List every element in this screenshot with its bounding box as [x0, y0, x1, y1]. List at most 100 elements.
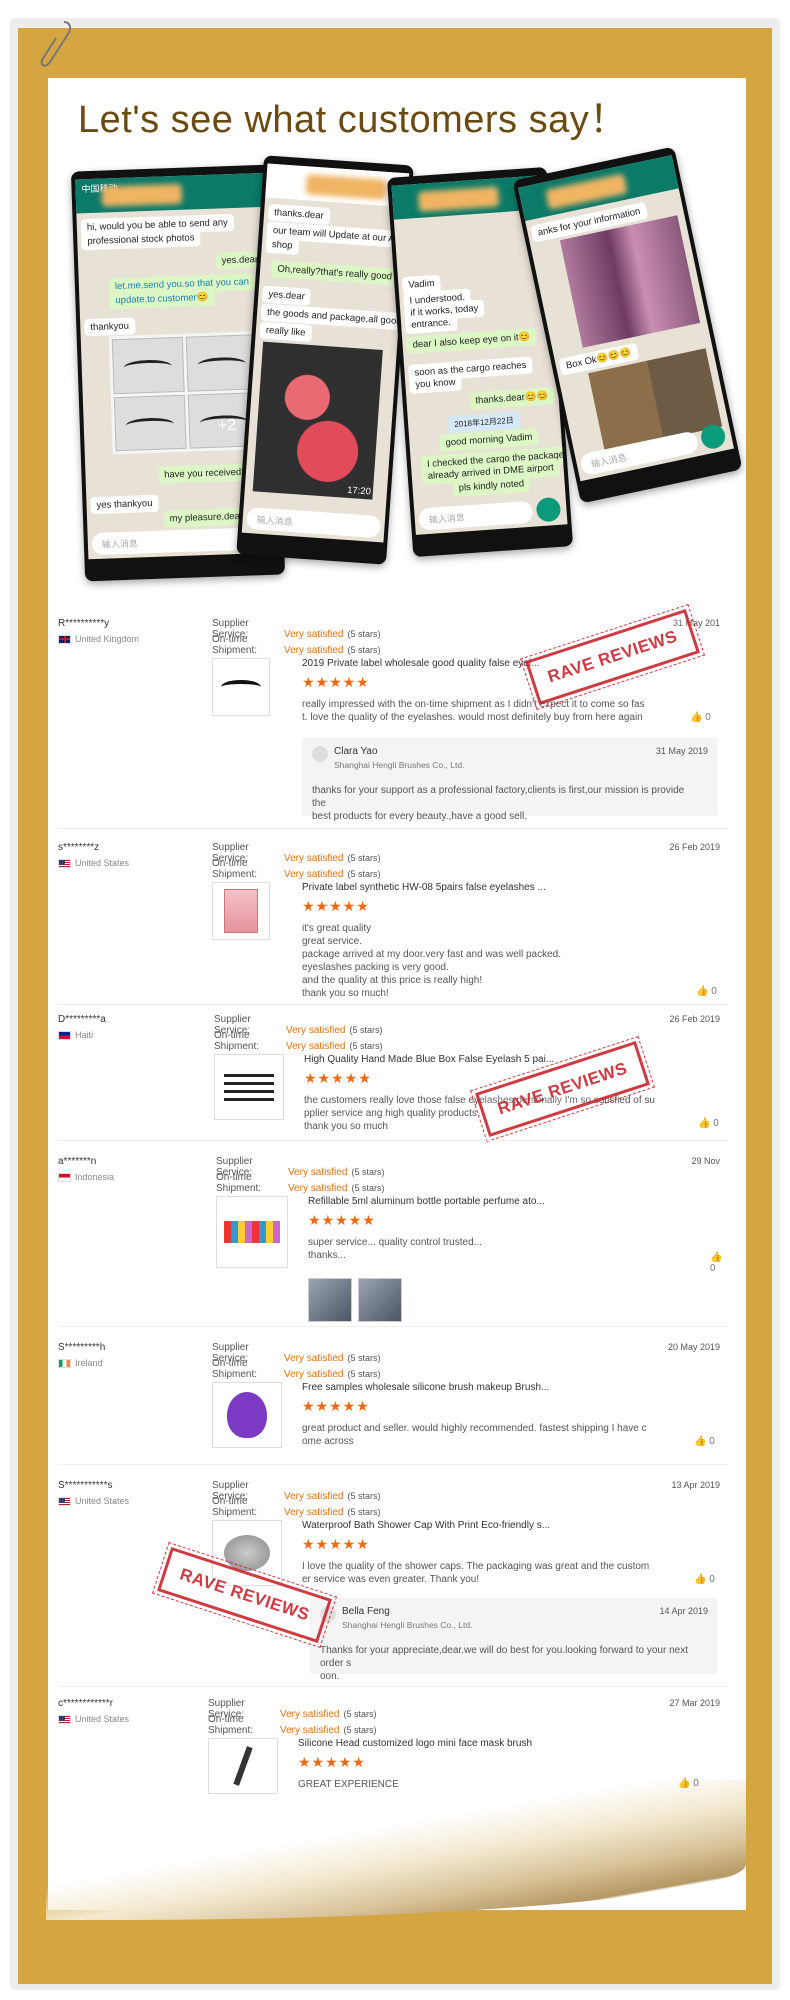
seller-name: Clara Yao	[334, 746, 378, 757]
rating-stars-text: (5 stars)	[347, 869, 381, 879]
perfume-photo	[559, 215, 701, 348]
reviewer-country: United States	[58, 1496, 129, 1506]
review-line: super service... quality control trusted…	[308, 1237, 482, 1248]
rating-value: Very satisfied	[284, 1507, 344, 1518]
rating-value: Very satisfied	[280, 1725, 340, 1736]
rating-stars-text: (5 stars)	[347, 1369, 381, 1379]
review-line: thank you so much!	[302, 988, 389, 999]
uk-flag-icon	[58, 634, 71, 644]
paperclip-icon	[40, 21, 72, 67]
review-date: 27 Mar 2019	[669, 1698, 720, 1708]
product-thumbnail[interactable]	[208, 1738, 278, 1794]
reply-line: best products for every beauty.,have a g…	[312, 811, 527, 822]
country-label: Indonesia	[75, 1172, 115, 1182]
review-date: 26 Feb 2019	[669, 1014, 720, 1024]
chat-message: thankyou	[84, 317, 136, 337]
ontime-shipment-rating: On-time Shipment: Very satisfied (5 stars)	[212, 1358, 381, 1380]
reviewer-country: Indonesia	[58, 1172, 114, 1182]
review-photo[interactable]	[358, 1278, 402, 1322]
review-divider	[58, 1004, 728, 1005]
chat-screenshot-2: thanks.dear our team will Update at our …	[236, 155, 414, 565]
product-title[interactable]: Refillable 5ml aluminum bottle portable …	[308, 1196, 545, 1207]
message-input: 输入消息	[91, 527, 247, 556]
country-label: United Kingdom	[75, 634, 140, 644]
review-stars: ★★★★★	[302, 1536, 370, 1552]
seller-company: Shanghai Hengli Brushes Co., Ltd.	[342, 1620, 473, 1630]
seller-name: Bella Feng	[342, 1606, 390, 1617]
mic-button-icon	[535, 496, 562, 523]
ontime-shipment-rating: On-time Shipment: Very satisfied (5 stars)	[212, 634, 381, 656]
product-title[interactable]: Private label synthetic HW-08 5pairs fal…	[302, 882, 546, 893]
ontime-shipment-rating: On-time Shipment: Very satisfied (5 stars)	[212, 1496, 381, 1518]
review-divider	[58, 1686, 728, 1687]
product-title[interactable]: Waterproof Bath Shower Cap With Print Ec…	[302, 1520, 550, 1531]
more-photos-count: +2	[217, 417, 237, 435]
like-count[interactable]: 👍 0	[698, 1118, 719, 1129]
product-title[interactable]: Silicone Head customized logo mini face …	[298, 1738, 532, 1749]
country-label: United States	[75, 858, 130, 868]
review-divider	[58, 1464, 728, 1465]
review-line: great product and seller. would highly r…	[302, 1423, 647, 1434]
like-count[interactable]: 👍 0	[710, 1252, 728, 1274]
rating-stars-text: (5 stars)	[347, 1507, 381, 1517]
country-label: Haiti	[75, 1030, 94, 1040]
photo-time: 17:20	[346, 484, 372, 498]
like-count[interactable]: 👍 0	[678, 1778, 699, 1789]
like-count[interactable]: 👍 0	[696, 986, 717, 997]
review-text: super service... quality control trusted…	[308, 1236, 482, 1262]
review-stars: ★★★★★	[302, 898, 370, 914]
review-line: package arrived at my door.very fast and…	[302, 949, 562, 960]
reply-date: 14 Apr 2019	[659, 1606, 708, 1616]
review-card: a*******n Indonesia Supplier Service: Ver…	[58, 1156, 728, 1322]
like-number: 0	[705, 712, 711, 723]
review-line: eyeslashes packing is very good.	[302, 962, 449, 973]
product-thumbnail[interactable]	[212, 658, 270, 716]
review-line: ome across	[302, 1436, 354, 1447]
like-count[interactable]: 👍 0	[694, 1436, 715, 1447]
reply-line: thanks for your support as a professiona…	[312, 785, 685, 809]
rating-stars-text: (5 stars)	[349, 1041, 383, 1051]
reply-text: Thanks for your appreciate,dear.we will …	[320, 1644, 698, 1683]
review-line: and the quality at this price is really …	[302, 975, 483, 986]
review-line: it's great quality	[302, 923, 372, 934]
rating-label: On-time Shipment:	[212, 1496, 258, 1518]
ireland-flag-icon	[58, 1358, 71, 1368]
chat-message: my pleasure.dear	[163, 507, 250, 528]
chat-message: update.to customer😊	[109, 288, 215, 310]
review-photo[interactable]	[308, 1278, 352, 1322]
ontime-shipment-rating: On-time Shipment: Very satisfied (5 stars)	[216, 1172, 385, 1194]
product-title[interactable]: High Quality Hand Made Blue Box False Ey…	[304, 1054, 554, 1065]
review-line: thank you so much	[304, 1121, 388, 1132]
review-card: S***********s United States Supplier Ser…	[58, 1480, 728, 1683]
like-count[interactable]: 👍 0	[694, 1574, 715, 1585]
like-count[interactable]: 👍 0	[690, 712, 711, 723]
review-stars: ★★★★★	[302, 1398, 370, 1414]
seller-logo-icon	[312, 746, 328, 762]
product-thumbnail[interactable]	[212, 882, 270, 940]
review-text: GREAT EXPERIENCE	[298, 1779, 399, 1790]
blurred-contact	[545, 173, 628, 210]
product-title[interactable]: Free samples wholesale silicone brush ma…	[302, 1382, 549, 1393]
reviewer-country: Haiti	[58, 1030, 93, 1040]
haiti-flag-icon	[58, 1030, 71, 1040]
like-number: 0	[710, 1263, 716, 1274]
review-stars: ★★★★★	[298, 1754, 366, 1770]
product-thumbnail[interactable]	[212, 1382, 282, 1448]
like-number: 0	[693, 1778, 699, 1789]
product-title[interactable]: 2019 Private label wholesale good qualit…	[302, 658, 539, 669]
review-divider	[58, 1326, 728, 1327]
product-thumbnail[interactable]	[216, 1196, 288, 1268]
blurred-contact	[417, 186, 500, 212]
review-line: er service was even greater. Thank you!	[302, 1574, 480, 1585]
blurred-contact	[305, 174, 387, 200]
seller-company: Shanghai Hengli Brushes Co., Ltd.	[334, 760, 465, 770]
like-number: 0	[713, 1118, 719, 1129]
rating-stars-text: (5 stars)	[351, 1183, 385, 1193]
page-headline: Let's see what customers say！	[78, 99, 628, 141]
review-line: thanks...	[308, 1250, 346, 1261]
review-stars: ★★★★★	[302, 674, 370, 690]
reviewer-country: United Kingdom	[58, 634, 139, 644]
blurred-contact	[101, 183, 183, 207]
product-thumbnail[interactable]	[214, 1054, 284, 1120]
us-flag-icon	[58, 1496, 71, 1506]
